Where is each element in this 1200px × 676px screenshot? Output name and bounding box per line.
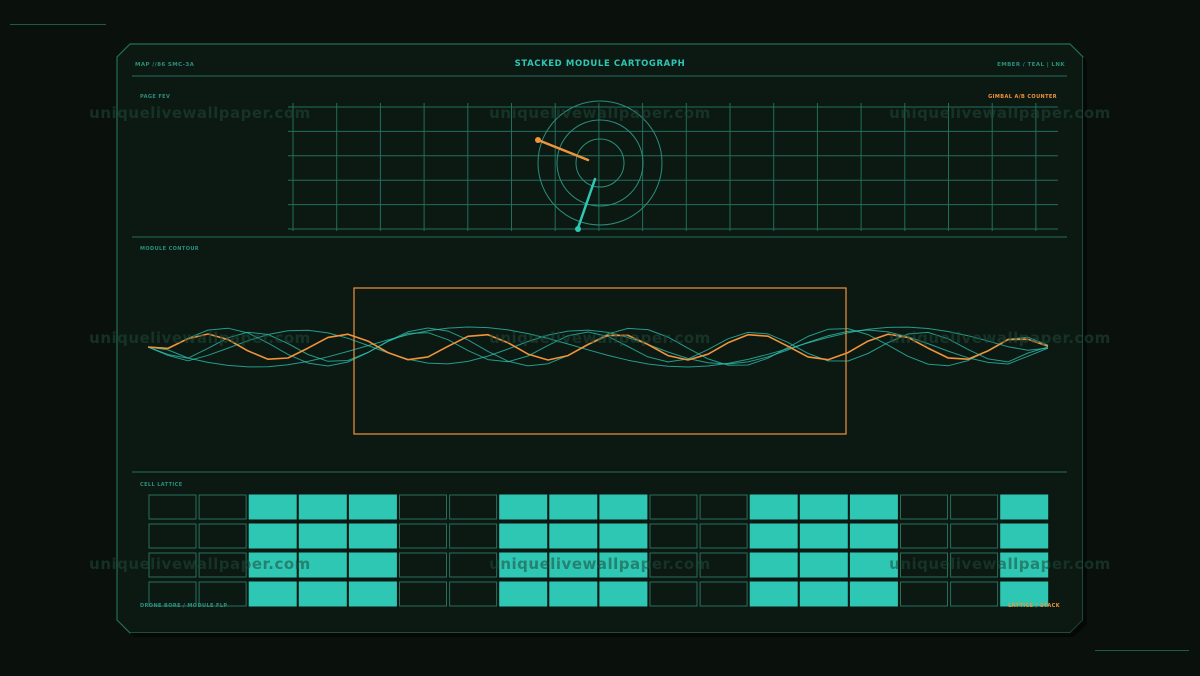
lattice-cell-filled[interactable] bbox=[599, 581, 648, 607]
lattice-cell-filled[interactable] bbox=[348, 523, 397, 549]
lattice-cell-filled[interactable] bbox=[348, 494, 397, 520]
lattice-cell-filled[interactable] bbox=[348, 581, 397, 607]
header-right-label: EMBER / TEAL | LNK bbox=[997, 62, 1065, 68]
watermark-text: uniquelivewallpaper.com bbox=[889, 104, 1111, 122]
lattice-cell-filled[interactable] bbox=[248, 523, 297, 549]
lattice-cell-filled[interactable] bbox=[248, 494, 297, 520]
lattice-cell-filled[interactable] bbox=[749, 552, 798, 578]
header-left-label: MAP //86 SMC-3A bbox=[135, 62, 195, 68]
footer-left-label: DRONE BORE / MODULE FLP bbox=[140, 603, 227, 609]
footer-right-label: LATTICE / STACK bbox=[1008, 603, 1061, 609]
watermark-text: uniquelivewallpaper.com bbox=[889, 329, 1111, 347]
lattice-cell-filled[interactable] bbox=[298, 494, 347, 520]
lattice-cell-filled[interactable] bbox=[799, 494, 848, 520]
lattice-cell-filled[interactable] bbox=[849, 581, 898, 607]
bottom-panel-label: CELL LATTICE bbox=[140, 482, 183, 488]
watermark-text: uniquelivewallpaper.com bbox=[89, 329, 311, 347]
lattice-cell-filled[interactable] bbox=[849, 494, 898, 520]
watermark-text: uniquelivewallpaper.com bbox=[489, 104, 711, 122]
lattice-cell-filled[interactable] bbox=[799, 523, 848, 549]
middle-panel-label: MODULE CONTOUR bbox=[140, 246, 199, 252]
watermark-text: uniquelivewallpaper.com bbox=[89, 104, 311, 122]
cartograph-stage: MAP //86 SMC-3A STACKED MODULE CARTOGRAP… bbox=[89, 43, 1111, 637]
lattice-cell-filled[interactable] bbox=[599, 494, 648, 520]
lattice-cell-filled[interactable] bbox=[1000, 523, 1049, 549]
lattice-cell-filled[interactable] bbox=[499, 494, 548, 520]
lattice-cell-filled[interactable] bbox=[499, 523, 548, 549]
watermark-text: uniquelivewallpaper.com bbox=[489, 329, 711, 347]
lattice-cell-filled[interactable] bbox=[749, 581, 798, 607]
lattice-cell-filled[interactable] bbox=[799, 581, 848, 607]
lattice-cell-filled[interactable] bbox=[348, 552, 397, 578]
lattice-cell-filled[interactable] bbox=[1000, 494, 1049, 520]
watermark-text: uniquelivewallpaper.com bbox=[489, 555, 711, 573]
lattice-cell-filled[interactable] bbox=[849, 523, 898, 549]
gimbal-needle-b-tip bbox=[575, 226, 581, 232]
top-panel-label: PAGE FEV bbox=[140, 94, 170, 100]
page-title: STACKED MODULE CARTOGRAPH bbox=[515, 59, 686, 69]
lattice-cell-filled[interactable] bbox=[549, 581, 598, 607]
lattice-cell-filled[interactable] bbox=[549, 523, 598, 549]
gimbal-needle-a-tip bbox=[535, 137, 541, 143]
lattice-cell-filled[interactable] bbox=[799, 552, 848, 578]
lattice-cell-filled[interactable] bbox=[499, 581, 548, 607]
watermark-text: uniquelivewallpaper.com bbox=[889, 555, 1111, 573]
lattice-cell-filled[interactable] bbox=[248, 581, 297, 607]
lattice-cell-filled[interactable] bbox=[749, 523, 798, 549]
watermark-text: uniquelivewallpaper.com bbox=[89, 555, 311, 573]
lattice-cell-filled[interactable] bbox=[298, 581, 347, 607]
gimbal-counter-label: GIMBAL A/B COUNTER bbox=[988, 94, 1057, 100]
lattice-cell-filled[interactable] bbox=[749, 494, 798, 520]
lattice-cell-filled[interactable] bbox=[298, 523, 347, 549]
lattice-cell-filled[interactable] bbox=[599, 523, 648, 549]
lattice-cell-filled[interactable] bbox=[549, 494, 598, 520]
